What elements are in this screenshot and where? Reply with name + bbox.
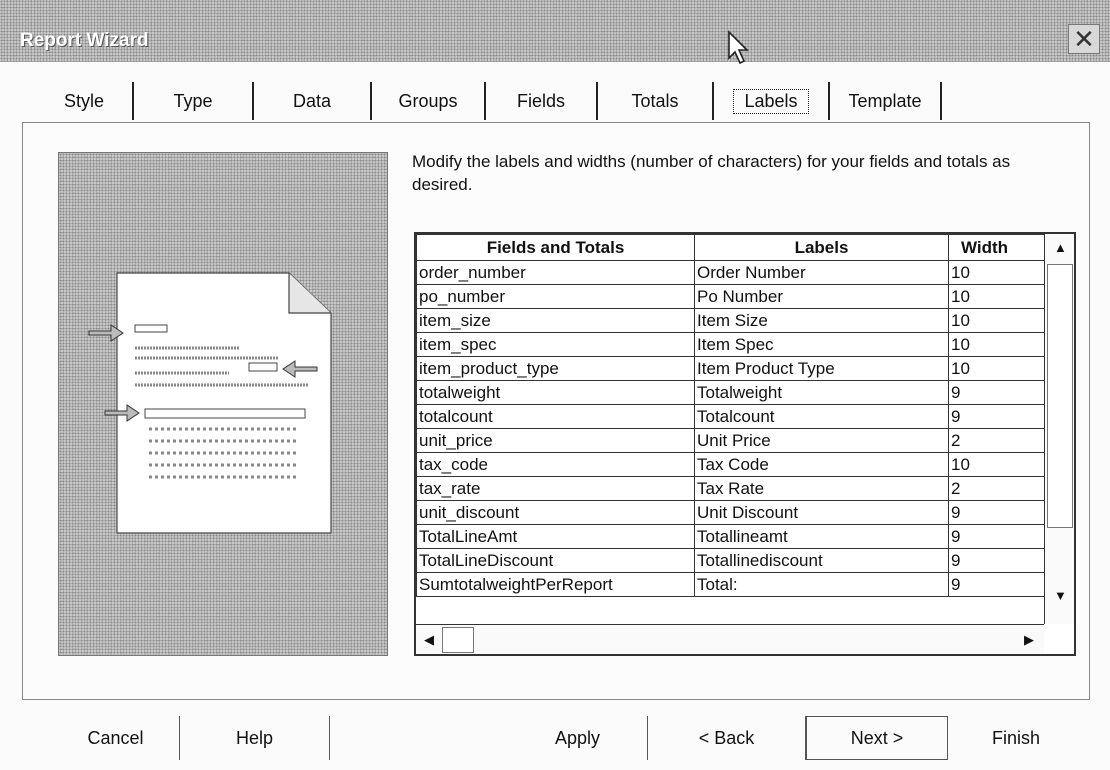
table-row[interactable]: item_spec Item Spec 10 (416, 332, 1045, 357)
tab-type[interactable]: Type (134, 82, 254, 120)
title-bar: Report Wizard ✕ (0, 0, 1110, 65)
vertical-scrollbar[interactable]: ▲ ▼ (1044, 234, 1074, 624)
width-cell[interactable]: 9 (948, 404, 1045, 429)
report-page-illustration (88, 272, 332, 534)
field-cell[interactable]: tax_rate (416, 476, 695, 501)
label-cell[interactable]: Totallineamt (694, 524, 949, 549)
width-cell[interactable]: 9 (948, 500, 1045, 525)
table-row[interactable]: unit_discount Unit Discount 9 (416, 500, 1045, 525)
table-row[interactable]: TotalLineDiscount Totallinediscount 9 (416, 548, 1045, 573)
field-cell[interactable]: unit_discount (416, 500, 695, 525)
table-row[interactable]: unit_price Unit Price 2 (416, 428, 1045, 453)
labels-table: Fields and Totals Labels Width order_num… (416, 234, 1045, 597)
field-cell[interactable]: totalcount (416, 404, 695, 429)
tab-data[interactable]: Data (254, 82, 372, 120)
table-header-row: Fields and Totals Labels Width (416, 234, 1045, 261)
width-cell[interactable]: 10 (948, 452, 1045, 477)
label-cell[interactable]: Unit Discount (694, 500, 949, 525)
next-button[interactable]: Next > (806, 716, 948, 760)
width-cell[interactable]: 10 (948, 284, 1045, 309)
label-cell[interactable]: Unit Price (694, 428, 949, 453)
field-cell[interactable]: item_product_type (416, 356, 695, 381)
tab-totals[interactable]: Totals (598, 82, 714, 120)
column-header-width: Width (948, 234, 1045, 261)
scroll-up-icon[interactable]: ▲ (1054, 240, 1067, 255)
table-row[interactable]: tax_code Tax Code 10 (416, 452, 1045, 477)
label-cell[interactable]: Item Size (694, 308, 949, 333)
cancel-button[interactable]: Cancel (52, 716, 180, 760)
tab-labels[interactable]: Labels (714, 82, 830, 120)
column-header-labels: Labels (694, 234, 949, 261)
label-cell[interactable]: Po Number (694, 284, 949, 309)
width-cell[interactable]: 2 (948, 476, 1045, 501)
vertical-scroll-thumb[interactable] (1047, 264, 1073, 528)
table-row[interactable]: totalcount Totalcount 9 (416, 404, 1045, 429)
label-cell[interactable]: Totalweight (694, 380, 949, 405)
width-cell[interactable]: 9 (948, 380, 1045, 405)
report-preview-image (58, 152, 388, 656)
tab-template[interactable]: Template (830, 82, 942, 120)
field-cell[interactable]: tax_code (416, 452, 695, 477)
table-row[interactable]: item_product_type Item Product Type 10 (416, 356, 1045, 381)
scroll-right-icon[interactable]: ▶ (1024, 632, 1034, 648)
field-cell[interactable]: item_size (416, 308, 695, 333)
close-icon: ✕ (1073, 24, 1095, 54)
width-cell[interactable]: 10 (948, 308, 1045, 333)
field-cell[interactable]: SumtotalweightPerReport (416, 572, 695, 597)
label-cell[interactable]: Tax Rate (694, 476, 949, 501)
tab-fields[interactable]: Fields (486, 82, 598, 120)
window-title: Report Wizard (20, 30, 149, 51)
instructions-text: Modify the labels and widths (number of … (412, 152, 1011, 194)
tab-style[interactable]: Style (36, 82, 134, 120)
horizontal-scrollbar[interactable]: ◀ ▶ (416, 624, 1044, 654)
width-cell[interactable]: 9 (948, 548, 1045, 573)
label-cell[interactable]: Item Spec (694, 332, 949, 357)
field-cell[interactable]: unit_price (416, 428, 695, 453)
field-cell[interactable]: order_number (416, 260, 695, 285)
width-cell[interactable]: 10 (948, 356, 1045, 381)
table-row[interactable]: SumtotalweightPerReport Total: 9 (416, 572, 1045, 597)
finish-button[interactable]: Finish (948, 716, 1084, 760)
tab-bar: Style Type Data Groups Fields Totals Lab… (36, 82, 1086, 122)
width-cell[interactable]: 9 (948, 572, 1045, 597)
table-row[interactable]: totalweight Totalweight 9 (416, 380, 1045, 405)
field-cell[interactable]: TotalLineDiscount (416, 548, 695, 573)
help-button[interactable]: Help (180, 716, 330, 760)
table-row[interactable]: TotalLineAmt Totallineamt 9 (416, 524, 1045, 549)
label-cell[interactable]: Totallinediscount (694, 548, 949, 573)
field-cell[interactable]: TotalLineAmt (416, 524, 695, 549)
scroll-down-icon[interactable]: ▼ (1054, 588, 1067, 603)
close-button[interactable]: ✕ (1068, 24, 1100, 54)
table-row[interactable]: po_number Po Number 10 (416, 284, 1045, 309)
labels-grid[interactable]: Fields and Totals Labels Width order_num… (414, 232, 1076, 656)
table-row[interactable]: item_size Item Size 10 (416, 308, 1045, 333)
width-cell[interactable]: 2 (948, 428, 1045, 453)
cursor-arrow-icon (728, 30, 749, 65)
field-cell[interactable]: totalweight (416, 380, 695, 405)
table-row[interactable]: order_number Order Number 10 (416, 260, 1045, 285)
label-cell[interactable]: Total: (694, 572, 949, 597)
back-button[interactable]: < Back (648, 716, 806, 760)
label-cell[interactable]: Tax Code (694, 452, 949, 477)
label-cell[interactable]: Order Number (694, 260, 949, 285)
field-cell[interactable]: item_spec (416, 332, 695, 357)
width-cell[interactable]: 9 (948, 524, 1045, 549)
label-cell[interactable]: Item Product Type (694, 356, 949, 381)
width-cell[interactable]: 10 (948, 260, 1045, 285)
label-cell[interactable]: Totalcount (694, 404, 949, 429)
horizontal-scroll-thumb[interactable] (442, 627, 474, 653)
width-cell[interactable]: 10 (948, 332, 1045, 357)
tab-groups[interactable]: Groups (372, 82, 486, 120)
apply-button[interactable]: Apply (508, 716, 648, 760)
table-row[interactable]: tax_rate Tax Rate 2 (416, 476, 1045, 501)
column-header-fields: Fields and Totals (416, 234, 695, 261)
field-cell[interactable]: po_number (416, 284, 695, 309)
scroll-left-icon[interactable]: ◀ (424, 632, 434, 648)
